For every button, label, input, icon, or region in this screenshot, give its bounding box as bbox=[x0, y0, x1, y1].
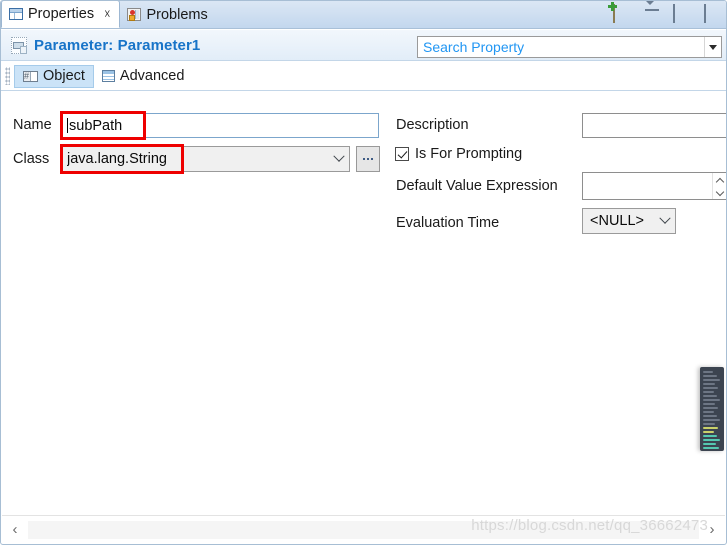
minimap-line bbox=[703, 447, 719, 449]
minimap-line bbox=[703, 371, 714, 373]
view-tab-properties-label: Properties bbox=[28, 6, 95, 22]
tab-object-label: Object bbox=[43, 68, 85, 84]
view-menu-icon[interactable] bbox=[644, 1, 660, 23]
description-label: Description bbox=[396, 117, 469, 133]
property-form: Name subPath Class java.lang.String Desc… bbox=[1, 91, 726, 514]
scroll-right-arrow[interactable]: › bbox=[699, 517, 725, 543]
code-minimap-overlay[interactable] bbox=[700, 367, 724, 451]
name-input-value: subPath bbox=[69, 117, 123, 134]
minimap-line bbox=[703, 387, 719, 389]
horizontal-scrollbar[interactable]: ‹ › bbox=[2, 515, 725, 543]
view-toolbar bbox=[608, 1, 722, 23]
class-combo[interactable]: java.lang.String bbox=[62, 146, 350, 172]
minimap-line bbox=[703, 399, 720, 401]
spinner-buttons[interactable] bbox=[712, 173, 726, 199]
evaluation-time-label: Evaluation Time bbox=[396, 215, 500, 231]
advanced-tab-icon bbox=[101, 70, 115, 82]
view-tab-bar: Properties ☓ Problems bbox=[1, 1, 726, 29]
search-input[interactable]: Search Property bbox=[418, 39, 704, 55]
minimap-line bbox=[703, 411, 714, 413]
chevron-down-icon[interactable] bbox=[704, 37, 721, 57]
minimap-line bbox=[703, 407, 719, 409]
minimap-line bbox=[703, 415, 717, 417]
name-input[interactable]: subPath bbox=[62, 113, 379, 138]
minimap-line bbox=[703, 435, 718, 437]
view-tab-properties[interactable]: Properties ☓ bbox=[1, 1, 121, 28]
minimap-line bbox=[703, 375, 717, 377]
minimap-line bbox=[703, 439, 721, 441]
evaluation-time-combo[interactable]: <NULL> bbox=[582, 208, 676, 234]
minimap-line bbox=[703, 391, 714, 393]
class-browse-button[interactable] bbox=[356, 146, 380, 172]
class-label: Class bbox=[13, 151, 50, 167]
pin-view-icon[interactable] bbox=[608, 2, 631, 23]
view-tab-problems[interactable]: Problems bbox=[120, 1, 216, 28]
maximize-icon[interactable] bbox=[704, 4, 722, 23]
section-tab-bar: Object Advanced bbox=[1, 62, 726, 91]
minimize-icon[interactable] bbox=[673, 4, 691, 23]
minimap-line bbox=[703, 443, 716, 445]
minimap-line bbox=[703, 423, 716, 425]
default-value-expression-input[interactable] bbox=[582, 172, 726, 200]
chevron-down-icon[interactable] bbox=[329, 150, 349, 163]
tab-advanced[interactable]: Advanced bbox=[94, 65, 193, 88]
minimap-line bbox=[703, 419, 720, 421]
tab-advanced-label: Advanced bbox=[119, 68, 185, 84]
evaluation-time-value: <NULL> bbox=[590, 213, 645, 229]
object-tab-icon bbox=[23, 69, 38, 83]
is-for-prompting-checkbox[interactable]: Is For Prompting bbox=[395, 146, 522, 162]
chevron-down-icon[interactable] bbox=[655, 212, 675, 225]
minimap-line bbox=[703, 403, 716, 405]
chevron-down-icon[interactable] bbox=[717, 191, 724, 195]
scrollbar-track[interactable] bbox=[28, 520, 699, 539]
tab-object[interactable]: Object bbox=[14, 64, 94, 88]
class-combo-value: java.lang.String bbox=[67, 151, 167, 167]
properties-view-window: Properties ☓ Problems Parameter: Paramet… bbox=[0, 0, 727, 545]
page-title: Parameter: Parameter1 bbox=[34, 36, 201, 54]
minimap-line bbox=[703, 395, 717, 397]
minimap-line bbox=[703, 379, 720, 381]
minimap-line bbox=[703, 427, 719, 429]
is-for-prompting-label: Is For Prompting bbox=[415, 146, 523, 162]
minimap-line bbox=[703, 383, 716, 385]
search-property-combo[interactable]: Search Property bbox=[417, 36, 722, 58]
drag-handle[interactable] bbox=[5, 67, 10, 85]
description-input[interactable] bbox=[582, 113, 726, 138]
scroll-left-arrow[interactable]: ‹ bbox=[2, 517, 28, 543]
close-icon[interactable]: ☓ bbox=[104, 8, 110, 20]
checkbox-icon[interactable] bbox=[395, 147, 409, 161]
default-value-expression-label: Default Value Expression bbox=[396, 178, 558, 194]
view-tab-problems-label: Problems bbox=[146, 6, 208, 23]
name-label: Name bbox=[13, 117, 52, 133]
parameter-icon bbox=[11, 36, 27, 54]
grid-icon bbox=[9, 8, 23, 20]
chevron-up-icon[interactable] bbox=[717, 178, 724, 182]
problems-icon bbox=[127, 8, 142, 21]
minimap-line bbox=[703, 431, 714, 433]
